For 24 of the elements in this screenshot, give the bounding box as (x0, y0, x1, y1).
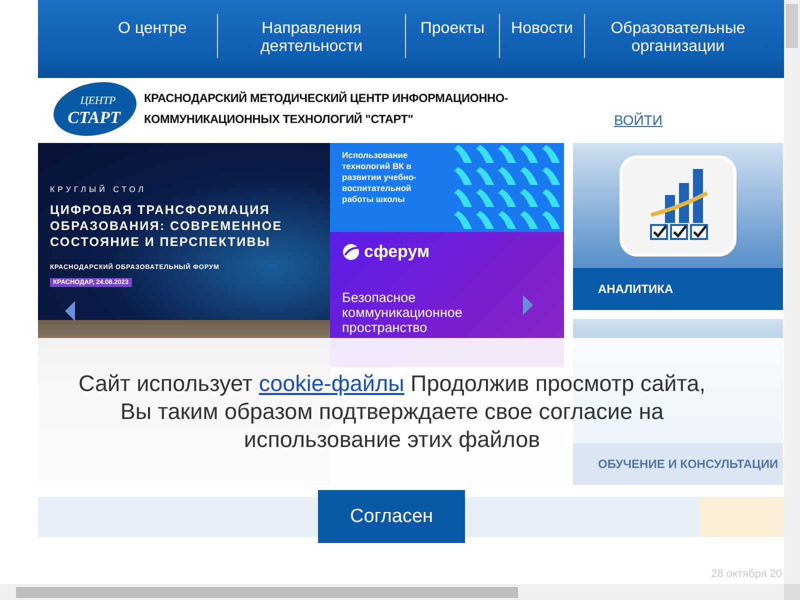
site-title: КРАСНОДАРСКИЙ МЕТОДИЧЕСКИЙ ЦЕНТР ИНФОРМАЦИОННО-КОММУНИКАЦИОННЫХ ТЕХНОЛОГИЙ "СТАРТ" (144, 90, 510, 128)
section-tile[interactable]: АНАЛИТИКА (573, 143, 783, 310)
chart-checklist-icon (619, 155, 737, 257)
nav-link[interactable]: О центре (38, 0, 217, 38)
agree-button[interactable]: Согласен (318, 490, 465, 543)
nav-link[interactable]: Образовательные организации (585, 0, 771, 56)
cookie-link[interactable]: cookie-файлы (258, 370, 404, 396)
chevron-right-icon[interactable] (522, 294, 534, 316)
banner-text: Использование технологий ВК в развитии учебно-воспитательной работы школы (341, 149, 418, 206)
tile-label: ОБУЧЕНИЕ И КОНСУЛЬТАЦИИ (573, 443, 783, 485)
nav-link[interactable]: Проекты (406, 0, 499, 38)
banner-kicker: КРУГЛЫЙ СТОЛ (50, 185, 148, 194)
brand-name: сферум (364, 242, 430, 262)
banner-headline: ЦИФРОВАЯ ТРАНСФОРМАЦИЯ ОБРАЗОВАНИЯ: СОВРЕМЕННОЕ СОСТОЯНИЕ И ПЕРСПЕКТИВЫ (50, 202, 284, 250)
sphere-logo-icon (342, 243, 360, 261)
tile-label: АНАЛИТИКА (573, 268, 783, 310)
chevron-left-icon[interactable] (64, 300, 76, 322)
logo[interactable]: ЦЕНТР СТАРТ (52, 81, 138, 137)
nav-link[interactable]: Направления деятельности (218, 0, 405, 56)
login-link[interactable]: ВОЙТИ (614, 112, 662, 128)
scrollbar-corner (784, 584, 800, 600)
vk-banner[interactable]: Использование технологий ВК в развитии учебно-воспитательной работы школы (330, 143, 564, 232)
banner-headline: Безопасное коммуникационное пространство (342, 290, 464, 335)
nav-link[interactable]: Новости (500, 0, 584, 38)
